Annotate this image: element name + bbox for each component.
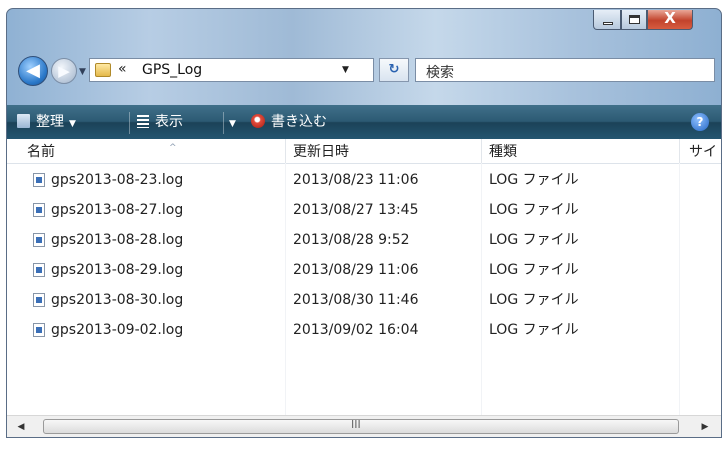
minimize-icon xyxy=(603,22,613,25)
horizontal-scrollbar[interactable]: ◀ III ▶ xyxy=(7,415,721,437)
burn-button[interactable]: 書き込む xyxy=(251,105,327,139)
file-modified: 2013/08/27 13:45 xyxy=(293,202,419,218)
scrollbar-thumb[interactable]: III xyxy=(43,418,679,434)
sort-ascending-icon: ^ xyxy=(169,143,177,153)
file-type: LOG ファイル xyxy=(489,262,579,278)
breadcrumb-overflow[interactable]: « xyxy=(118,61,127,77)
organize-caret-icon: ▼ xyxy=(69,119,76,129)
toolbar-divider xyxy=(223,112,224,134)
close-button[interactable]: X xyxy=(647,9,693,30)
column-header-name[interactable]: 名前 ^ xyxy=(27,139,283,163)
file-row[interactable]: gps2013-09-02.log 2013/09/02 16:04 LOG フ… xyxy=(7,315,721,345)
file-modified: 2013/08/30 11:46 xyxy=(293,292,419,308)
file-type: LOG ファイル xyxy=(489,202,579,218)
search-placeholder: 検索 xyxy=(426,65,454,81)
recent-pages-dropdown[interactable]: ▼ xyxy=(79,67,86,77)
refresh-button[interactable]: ↻ xyxy=(379,58,409,82)
minimize-button[interactable] xyxy=(593,10,621,30)
scroll-left-button[interactable]: ◀ xyxy=(13,419,29,435)
explorer-window: X ◀ ▶ ▼ « GPS_Log ▼ ↻ 検索 整理 ▼ 表示 ▼ 書き込む ?… xyxy=(6,8,722,438)
file-modified: 2013/09/02 16:04 xyxy=(293,322,419,338)
view-dropdown-button[interactable]: ▼ xyxy=(229,105,236,139)
column-header-size-label: サイ xyxy=(689,144,717,160)
help-icon: ? xyxy=(696,115,704,129)
column-header-type-label: 種類 xyxy=(489,144,517,160)
file-name: gps2013-08-28.log xyxy=(51,232,184,248)
column-header-modified[interactable]: 更新日時 xyxy=(293,139,473,163)
forward-arrow-icon: ▶ xyxy=(58,62,70,80)
file-row[interactable]: gps2013-08-29.log 2013/08/29 11:06 LOG フ… xyxy=(7,255,721,285)
address-bar[interactable]: « GPS_Log ▼ xyxy=(89,58,374,82)
command-bar: 整理 ▼ 表示 ▼ 書き込む ? xyxy=(7,105,721,139)
column-divider[interactable] xyxy=(679,139,680,163)
previous-heading-strip xyxy=(0,0,728,8)
back-button[interactable]: ◀ xyxy=(18,56,48,86)
file-row[interactable]: gps2013-08-30.log 2013/08/30 11:46 LOG フ… xyxy=(7,285,721,315)
column-header-name-label: 名前 xyxy=(27,144,55,160)
organize-button[interactable]: 整理 ▼ xyxy=(17,105,76,139)
file-name: gps2013-08-23.log xyxy=(51,172,184,188)
file-name: gps2013-09-02.log xyxy=(51,322,184,338)
folder-icon xyxy=(95,63,111,77)
toolbar-divider xyxy=(129,112,130,134)
burn-label: 書き込む xyxy=(271,114,327,130)
column-header-modified-label: 更新日時 xyxy=(293,144,349,160)
file-modified: 2013/08/28 9:52 xyxy=(293,232,410,248)
organize-icon xyxy=(17,114,30,128)
file-row[interactable]: gps2013-08-23.log 2013/08/23 11:06 LOG フ… xyxy=(7,165,721,195)
view-label: 表示 xyxy=(155,114,183,130)
file-type: LOG ファイル xyxy=(489,172,579,188)
file-modified: 2013/08/29 11:06 xyxy=(293,262,419,278)
scrollbar-grip-icon: III xyxy=(351,418,361,431)
file-row[interactable]: gps2013-08-28.log 2013/08/28 9:52 LOG ファ… xyxy=(7,225,721,255)
log-file-icon xyxy=(33,173,45,187)
file-list: 名前 ^ 更新日時 種類 サイ gps2013-08-23.log 2013/0… xyxy=(7,139,721,415)
log-file-icon xyxy=(33,233,45,247)
close-icon: X xyxy=(664,9,676,27)
view-icon xyxy=(137,115,149,128)
forward-button[interactable]: ▶ xyxy=(51,58,77,84)
refresh-icon: ↻ xyxy=(388,62,400,77)
column-divider[interactable] xyxy=(285,139,286,163)
scroll-right-button[interactable]: ▶ xyxy=(697,419,713,435)
help-button[interactable]: ? xyxy=(691,113,709,131)
burn-icon xyxy=(251,114,265,128)
view-button[interactable]: 表示 xyxy=(137,105,183,139)
back-arrow-icon: ◀ xyxy=(26,60,40,81)
maximize-icon xyxy=(629,15,640,24)
file-name: gps2013-08-30.log xyxy=(51,292,184,308)
maximize-button[interactable] xyxy=(621,10,647,30)
view-caret-icon: ▼ xyxy=(229,119,236,129)
breadcrumb-current-folder[interactable]: GPS_Log xyxy=(142,62,202,78)
file-type: LOG ファイル xyxy=(489,292,579,308)
column-header-size[interactable]: サイ xyxy=(689,139,721,163)
log-file-icon xyxy=(33,323,45,337)
organize-label: 整理 xyxy=(36,114,64,130)
column-divider[interactable] xyxy=(481,139,482,163)
column-header-row: 名前 ^ 更新日時 種類 サイ xyxy=(7,139,721,164)
file-row[interactable]: gps2013-08-27.log 2013/08/27 13:45 LOG フ… xyxy=(7,195,721,225)
file-type: LOG ファイル xyxy=(489,322,579,338)
file-name: gps2013-08-27.log xyxy=(51,202,184,218)
file-modified: 2013/08/23 11:06 xyxy=(293,172,419,188)
log-file-icon xyxy=(33,293,45,307)
column-header-type[interactable]: 種類 xyxy=(489,139,669,163)
file-type: LOG ファイル xyxy=(489,232,579,248)
file-name: gps2013-08-29.log xyxy=(51,262,184,278)
address-dropdown[interactable]: ▼ xyxy=(342,65,349,75)
log-file-icon xyxy=(33,263,45,277)
search-box[interactable]: 検索 xyxy=(415,58,715,82)
log-file-icon xyxy=(33,203,45,217)
